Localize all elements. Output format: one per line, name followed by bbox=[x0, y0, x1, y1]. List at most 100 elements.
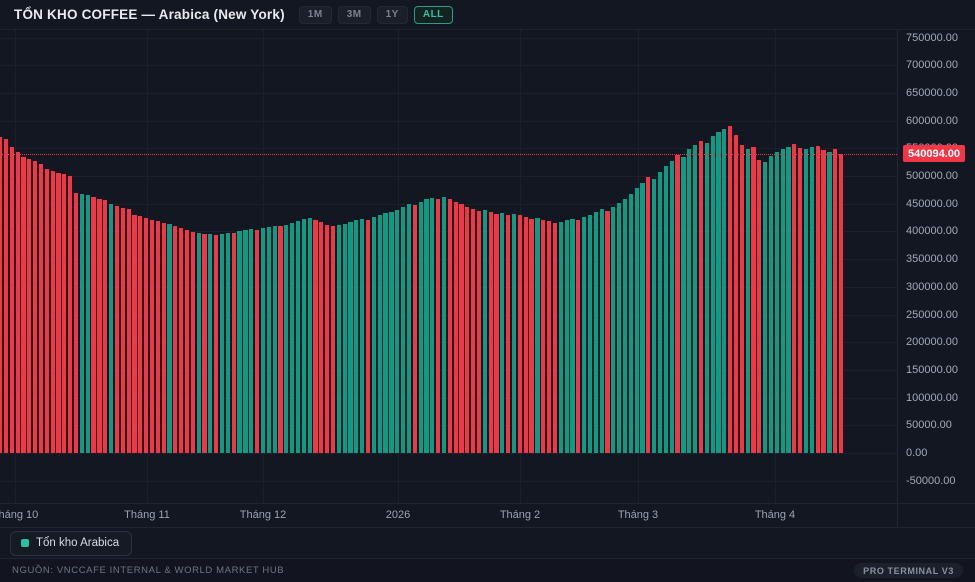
bar bbox=[91, 197, 95, 453]
bar bbox=[757, 160, 761, 453]
x-tick-label: Tháng 3 bbox=[618, 509, 658, 521]
x-tick-label: Tháng 2 bbox=[500, 509, 540, 521]
bar bbox=[395, 210, 399, 453]
bar bbox=[249, 229, 253, 453]
bar bbox=[167, 224, 171, 453]
bar bbox=[121, 208, 125, 453]
y-tick-label: 150000.00 bbox=[906, 364, 958, 376]
bar bbox=[839, 154, 843, 453]
bar bbox=[769, 156, 773, 454]
bar bbox=[518, 215, 522, 453]
bar bbox=[56, 173, 60, 453]
bar bbox=[86, 195, 90, 453]
bar bbox=[658, 172, 662, 453]
bar bbox=[273, 226, 277, 453]
chart-title: TỔN KHO COFFEE — Arabica (New York) bbox=[14, 7, 285, 22]
bar bbox=[553, 223, 557, 453]
y-tick-label: 750000.00 bbox=[906, 32, 958, 44]
bar bbox=[237, 231, 241, 453]
bar bbox=[150, 220, 154, 453]
bar bbox=[372, 217, 376, 453]
status-bar: NGUỒN: VNCCAFE INTERNAL & WORLD MARKET H… bbox=[0, 558, 975, 582]
y-tick-label: 600000.00 bbox=[906, 115, 958, 127]
bar bbox=[302, 219, 306, 453]
bar bbox=[670, 161, 674, 454]
bar bbox=[10, 147, 14, 453]
y-tick-label: 450000.00 bbox=[906, 198, 958, 210]
bar bbox=[255, 230, 259, 453]
bar bbox=[132, 215, 136, 453]
bar bbox=[448, 199, 452, 453]
bar bbox=[173, 226, 177, 453]
range-button-1y[interactable]: 1Y bbox=[377, 6, 408, 24]
bar bbox=[646, 177, 650, 453]
bar bbox=[746, 149, 750, 453]
y-tick-label: 200000.00 bbox=[906, 336, 958, 348]
bar bbox=[786, 147, 790, 453]
legend-label: Tổn kho Arabica bbox=[36, 537, 119, 549]
bar bbox=[705, 143, 709, 453]
gridline bbox=[0, 65, 897, 66]
bar bbox=[430, 198, 434, 453]
range-button-3m[interactable]: 3M bbox=[338, 6, 371, 24]
y-tick-label: 300000.00 bbox=[906, 281, 958, 293]
bar bbox=[308, 218, 312, 453]
bar bbox=[261, 228, 265, 453]
bar bbox=[319, 222, 323, 453]
bar bbox=[103, 200, 107, 453]
bar bbox=[675, 155, 679, 453]
bar bbox=[4, 139, 8, 453]
bar bbox=[214, 235, 218, 453]
bar bbox=[699, 141, 703, 453]
y-tick-label: 0.00 bbox=[906, 447, 927, 459]
chart-region: 750000.00700000.00650000.00600000.005500… bbox=[0, 30, 975, 528]
bar bbox=[138, 216, 142, 453]
bar bbox=[506, 215, 510, 453]
bar bbox=[45, 169, 49, 453]
bar bbox=[202, 234, 206, 453]
bar bbox=[471, 209, 475, 453]
bar bbox=[524, 217, 528, 453]
bar bbox=[687, 149, 691, 453]
bar bbox=[465, 207, 469, 454]
bar bbox=[348, 222, 352, 453]
bar bbox=[33, 161, 37, 453]
bar bbox=[407, 204, 411, 453]
y-axis[interactable]: 750000.00700000.00650000.00600000.005500… bbox=[898, 30, 975, 503]
plot-surface[interactable] bbox=[0, 30, 897, 503]
x-axis[interactable]: Tháng 10Tháng 11Tháng 122026Tháng 2Tháng… bbox=[0, 503, 975, 528]
y-tick-label: 700000.00 bbox=[906, 59, 958, 71]
bar bbox=[337, 225, 341, 453]
bar bbox=[623, 199, 627, 453]
bar bbox=[366, 220, 370, 453]
gridline bbox=[0, 453, 897, 454]
bar bbox=[27, 159, 31, 453]
bar bbox=[594, 212, 598, 453]
bar bbox=[570, 219, 574, 453]
bar bbox=[541, 220, 545, 453]
y-tick-label: 100000.00 bbox=[906, 392, 958, 404]
bar bbox=[781, 149, 785, 453]
bar bbox=[798, 148, 802, 453]
bar bbox=[68, 176, 72, 453]
x-tick-label: Tháng 11 bbox=[124, 509, 170, 521]
range-button-all[interactable]: ALL bbox=[414, 6, 453, 24]
bar bbox=[16, 152, 20, 453]
bar bbox=[401, 207, 405, 453]
x-tick-label: 2026 bbox=[386, 509, 410, 521]
bar bbox=[413, 205, 417, 453]
bar bbox=[144, 218, 148, 453]
bar bbox=[547, 221, 551, 453]
bar bbox=[296, 221, 300, 453]
bar bbox=[419, 202, 423, 454]
bar bbox=[185, 230, 189, 453]
y-tick-label: -50000.00 bbox=[906, 475, 956, 487]
bar bbox=[635, 188, 639, 453]
bar bbox=[424, 199, 428, 453]
gridline bbox=[0, 481, 897, 482]
legend-arabica[interactable]: Tổn kho Arabica bbox=[10, 531, 132, 556]
range-button-1m[interactable]: 1M bbox=[299, 6, 332, 24]
bar bbox=[582, 217, 586, 453]
bar bbox=[290, 223, 294, 453]
bar bbox=[751, 147, 755, 453]
